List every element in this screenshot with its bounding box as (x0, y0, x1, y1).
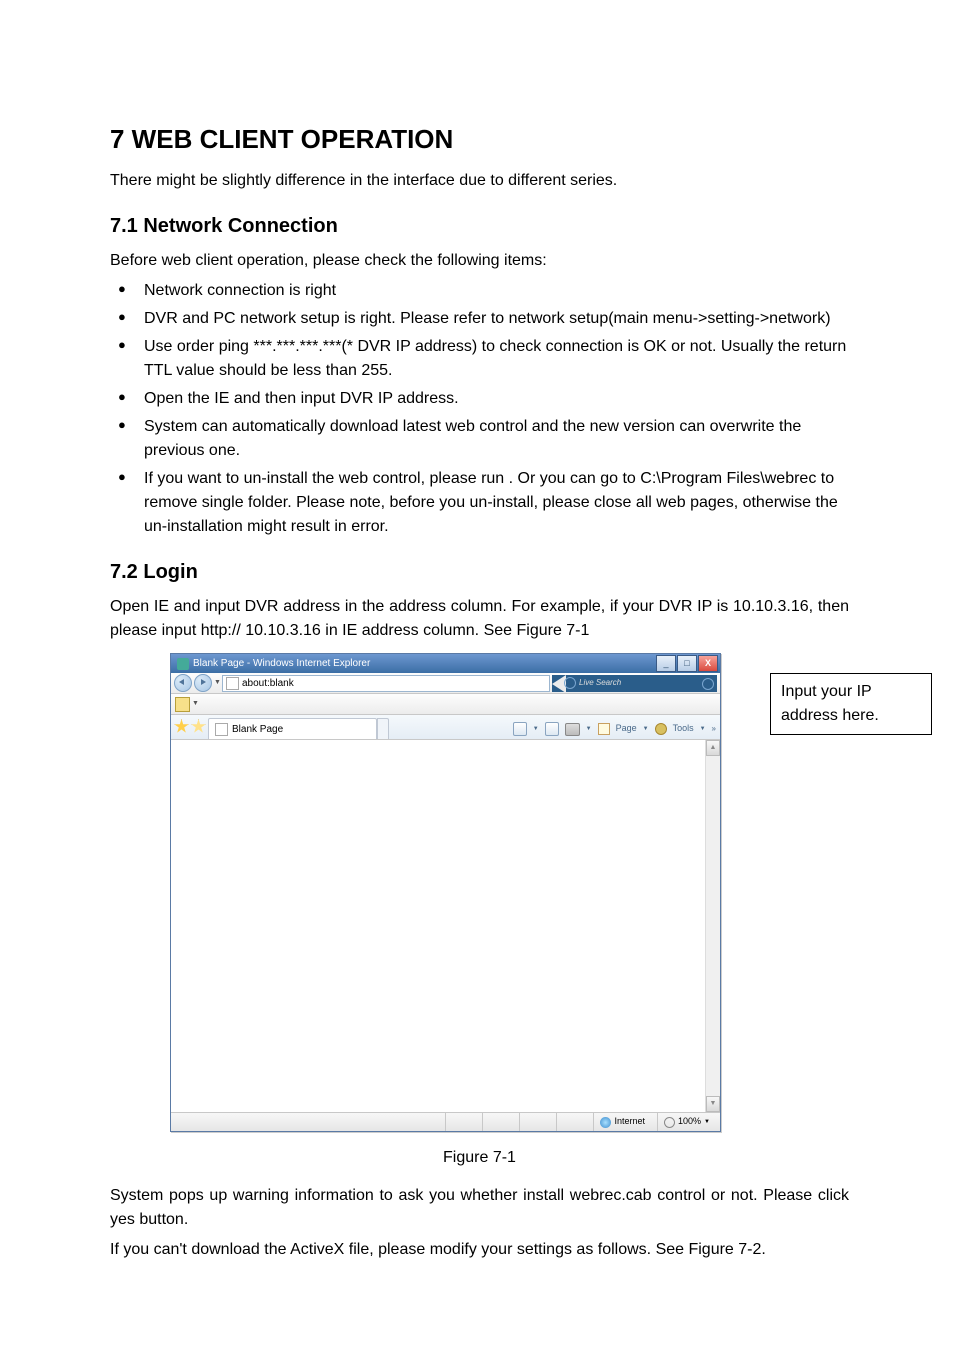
tab-blank-page[interactable]: Blank Page (208, 718, 377, 739)
scroll-down-button[interactable]: ▼ (706, 1096, 720, 1112)
annotation-callout: Input your IP address here. (770, 673, 932, 735)
window-title: Blank Page - Windows Internet Explorer (193, 656, 656, 671)
login-paragraph: Open IE and input DVR address in the add… (110, 595, 849, 643)
links-bar: ▼ (171, 694, 720, 715)
page-menu[interactable]: Page (616, 722, 637, 736)
scroll-up-button[interactable]: ▲ (706, 740, 720, 756)
status-segment (482, 1113, 513, 1131)
chapter-intro: There might be slightly difference in th… (110, 169, 849, 193)
status-segment (519, 1113, 550, 1131)
window-button-group: _ □ X (656, 655, 718, 672)
chapter-title: 7 WEB CLIENT OPERATION (110, 120, 849, 159)
zoom-value: 100% (678, 1115, 701, 1129)
command-bar: ▼ ▼ Page ▼ Tools ▼ » (513, 722, 716, 736)
links-icon[interactable] (175, 697, 190, 712)
search-area[interactable]: Live Search (552, 675, 717, 692)
forward-button[interactable] (194, 674, 212, 692)
figure-caption: Figure 7-1 (110, 1146, 849, 1170)
page-menu-icon (598, 723, 610, 735)
tab-bar: Blank Page ▼ ▼ Page ▼ Tools ▼ » (171, 715, 720, 740)
minimize-button[interactable]: _ (656, 655, 676, 672)
checklist: Network connection is right DVR and PC n… (110, 279, 849, 539)
tools-icon (655, 723, 667, 735)
after-figure-p2: If you can't download the ActiveX file, … (110, 1238, 849, 1262)
magnifier-icon (564, 677, 576, 689)
list-item: Use order ping ***.***.***.***(* DVR IP … (110, 335, 849, 383)
nav-history-dropdown[interactable]: ▼ (214, 678, 220, 689)
vertical-scrollbar[interactable]: ▲ ▼ (705, 740, 720, 1112)
favorites-star-icon[interactable] (174, 719, 189, 734)
search-placeholder: Live Search (579, 677, 621, 689)
status-segment (445, 1113, 476, 1131)
status-segment (556, 1113, 587, 1131)
section-title-login: 7.2 Login (110, 557, 849, 587)
dropdown-icon[interactable]: ▼ (643, 725, 649, 734)
list-item: DVR and PC network setup is right. Pleas… (110, 307, 849, 331)
new-tab-button[interactable] (377, 718, 389, 739)
page-icon (226, 677, 239, 690)
maximize-button[interactable]: □ (677, 655, 697, 672)
home-icon[interactable] (513, 722, 527, 736)
dropdown-icon[interactable]: ▼ (533, 725, 539, 734)
search-go-icon[interactable] (702, 678, 714, 690)
ie-window: Blank Page - Windows Internet Explorer _… (170, 653, 721, 1132)
dropdown-icon[interactable]: ▼ (586, 725, 592, 734)
address-value: about:blank (242, 676, 294, 691)
status-bar: Internet 100% ▼ (171, 1112, 720, 1131)
section-title-network-connection: 7.1 Network Connection (110, 211, 849, 241)
feeds-icon[interactable] (545, 722, 559, 736)
list-item: If you want to un-install the web contro… (110, 467, 849, 539)
list-item: Open the IE and then input DVR IP addres… (110, 387, 849, 411)
tools-menu[interactable]: Tools (673, 722, 694, 736)
window-titlebar: Blank Page - Windows Internet Explorer _… (171, 654, 720, 673)
before-list-text: Before web client operation, please chec… (110, 249, 849, 273)
security-zone: Internet (593, 1113, 651, 1131)
list-item: System can automatically download latest… (110, 415, 849, 463)
page-content-area: ▲ ▼ (171, 740, 720, 1112)
dropdown-icon[interactable]: ▼ (700, 725, 706, 734)
dropdown-icon[interactable]: ▼ (704, 1118, 710, 1127)
address-bar-row: ▼ about:blank Live Search (171, 673, 720, 694)
chevron-expand-icon[interactable]: » (712, 723, 716, 735)
links-dropdown-icon[interactable]: ▼ (192, 699, 199, 710)
after-figure-p1: System pops up warning information to as… (110, 1184, 849, 1232)
close-button[interactable]: X (698, 655, 718, 672)
back-button[interactable] (174, 674, 192, 692)
address-input[interactable]: about:blank (222, 675, 550, 692)
globe-icon (600, 1117, 611, 1128)
list-item: Network connection is right (110, 279, 849, 303)
tab-label: Blank Page (232, 722, 283, 737)
zoom-icon (664, 1117, 675, 1128)
zone-label: Internet (614, 1115, 645, 1129)
print-icon[interactable] (565, 723, 580, 736)
ie-icon (177, 658, 189, 670)
page-icon (215, 723, 228, 736)
figure-7-1-wrap: Blank Page - Windows Internet Explorer _… (170, 653, 849, 1132)
add-favorites-icon[interactable] (191, 719, 206, 734)
zoom-control[interactable]: 100% ▼ (657, 1113, 716, 1131)
annotation-text: Input your IP address here. (781, 683, 879, 724)
